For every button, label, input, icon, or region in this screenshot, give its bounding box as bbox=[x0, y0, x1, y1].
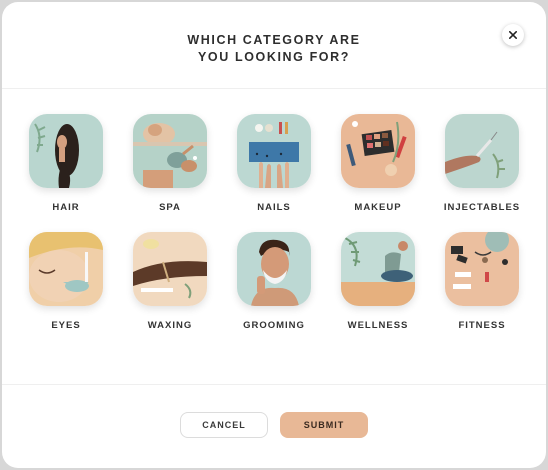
category-label: WAXING bbox=[147, 320, 193, 331]
category-spa[interactable]: SPA bbox=[118, 114, 222, 216]
close-icon bbox=[509, 31, 517, 39]
close-button[interactable] bbox=[502, 24, 524, 46]
category-label: FITNESS bbox=[458, 320, 506, 331]
category-label: MAKEUP bbox=[354, 202, 402, 213]
category-fitness[interactable]: FITNESS bbox=[430, 232, 534, 334]
category-label: SPA bbox=[159, 202, 181, 213]
category-hair[interactable]: HAIR bbox=[14, 114, 118, 216]
injectables-illustration bbox=[445, 114, 519, 188]
category-label: WELLNESS bbox=[347, 320, 409, 331]
modal-actions: CANCEL SUBMIT bbox=[2, 412, 546, 438]
category-makeup[interactable]: MAKEUP bbox=[326, 114, 430, 216]
category-eyes[interactable]: EYES bbox=[14, 232, 118, 334]
category-grooming[interactable]: GROOMING bbox=[222, 232, 326, 334]
footer-divider bbox=[2, 384, 546, 385]
grooming-illustration bbox=[237, 232, 311, 306]
category-waxing[interactable]: WAXING bbox=[118, 232, 222, 334]
modal-title: WHICH CATEGORY ARE YOU LOOKING FOR? bbox=[2, 32, 546, 66]
fitness-illustration bbox=[445, 232, 519, 306]
waxing-illustration bbox=[133, 232, 207, 306]
spa-illustration bbox=[133, 114, 207, 188]
category-label: HAIR bbox=[52, 202, 80, 213]
category-label: GROOMING bbox=[243, 320, 305, 331]
category-nails[interactable]: NAILS bbox=[222, 114, 326, 216]
modal-title-line-2: YOU LOOKING FOR? bbox=[198, 50, 350, 64]
nails-illustration bbox=[237, 114, 311, 188]
modal-title-line-1: WHICH CATEGORY ARE bbox=[187, 33, 361, 47]
wellness-illustration bbox=[341, 232, 415, 306]
submit-button[interactable]: SUBMIT bbox=[280, 412, 368, 438]
category-label: NAILS bbox=[257, 202, 291, 213]
hair-illustration bbox=[29, 114, 103, 188]
category-grid: HAIR SPA NAILS MAKEUP INJECTABLES EYES W… bbox=[14, 114, 534, 334]
category-modal: WHICH CATEGORY ARE YOU LOOKING FOR? HAIR… bbox=[2, 2, 546, 468]
category-wellness[interactable]: WELLNESS bbox=[326, 232, 430, 334]
header-divider bbox=[2, 88, 546, 89]
eyes-illustration bbox=[29, 232, 103, 306]
makeup-illustration bbox=[341, 114, 415, 188]
category-injectables[interactable]: INJECTABLES bbox=[430, 114, 534, 216]
cancel-button[interactable]: CANCEL bbox=[180, 412, 268, 438]
category-label: INJECTABLES bbox=[443, 202, 521, 213]
category-label: EYES bbox=[51, 320, 81, 331]
